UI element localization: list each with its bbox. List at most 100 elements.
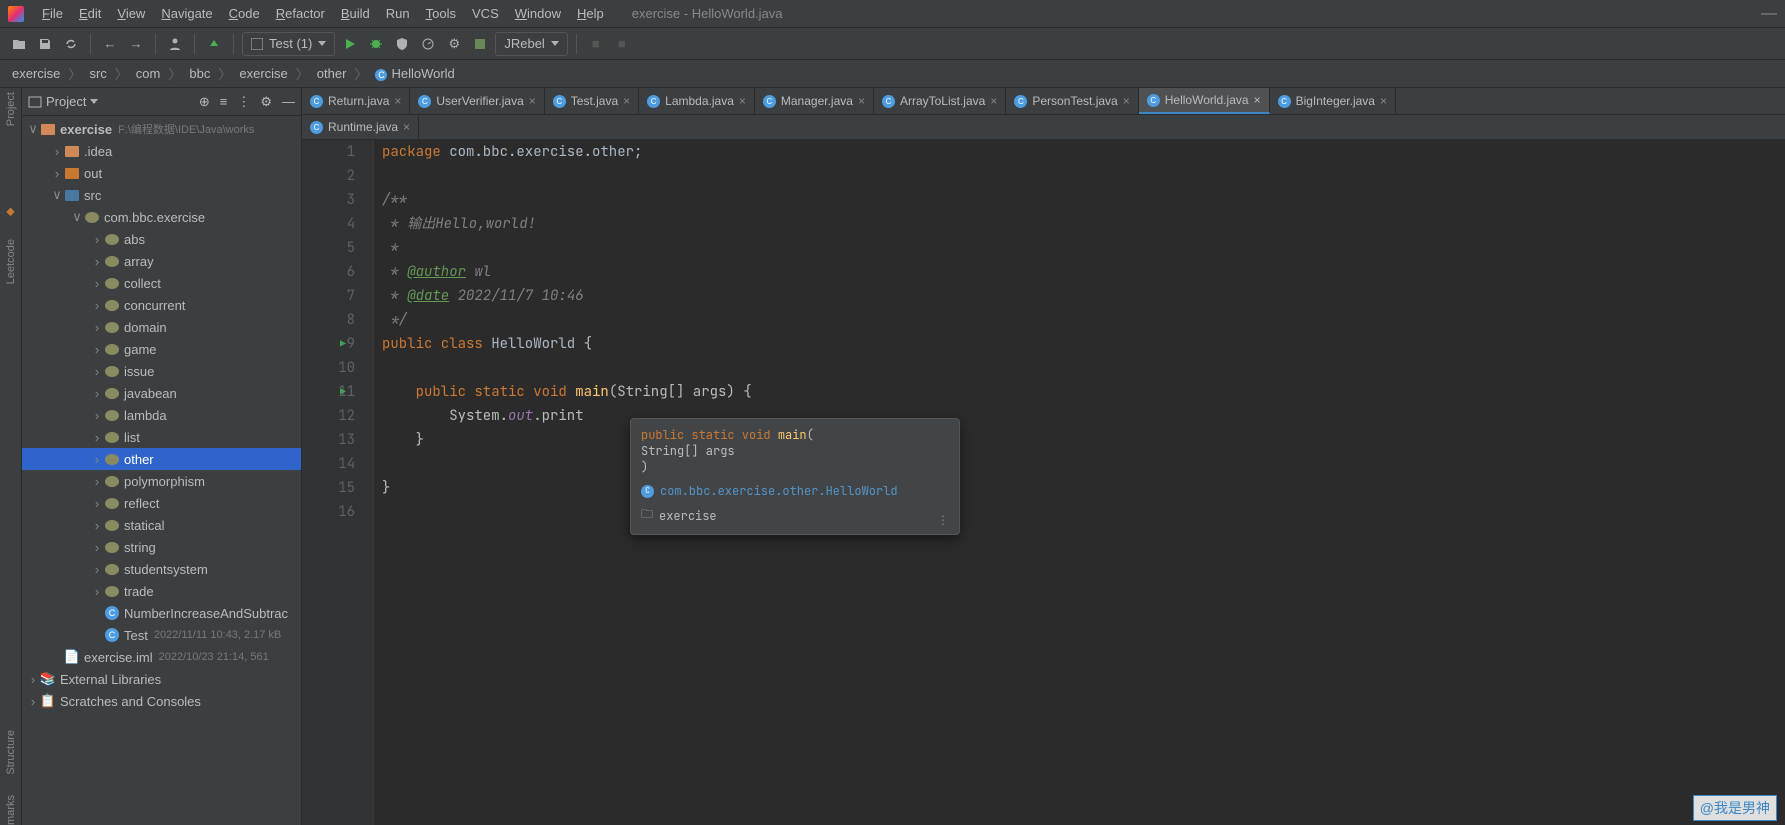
tree-polymorphism[interactable]: ›polymorphism	[22, 470, 301, 492]
save-icon[interactable]	[34, 33, 56, 55]
tree-issue[interactable]: ›issue	[22, 360, 301, 382]
tree-src[interactable]: ∨src	[22, 184, 301, 206]
tool-leetcode[interactable]: ◆	[4, 206, 17, 219]
tab-return[interactable]: CReturn.java×	[302, 88, 410, 114]
menu-help[interactable]: Help	[569, 2, 612, 25]
crumb-other[interactable]: other	[313, 66, 351, 81]
tree-array[interactable]: ›array	[22, 250, 301, 272]
tree-game[interactable]: ›game	[22, 338, 301, 360]
tab-persontest[interactable]: CPersonTest.java×	[1006, 88, 1138, 114]
menu-build[interactable]: Build	[333, 2, 378, 25]
tool-structure[interactable]: Structure	[5, 730, 17, 775]
collapse-icon[interactable]: ⋮	[237, 94, 250, 110]
menu-run[interactable]: Run	[378, 2, 418, 25]
close-icon[interactable]: ×	[403, 120, 410, 134]
more-icon[interactable]: ⋮	[937, 512, 949, 528]
tree-other[interactable]: ›other	[22, 448, 301, 470]
tree-numinc[interactable]: CNumberIncreaseAndSubtrac	[22, 602, 301, 624]
code-content[interactable]: package com.bbc.exercise.other; /** * 输出…	[374, 140, 1785, 825]
sync-icon[interactable]	[60, 33, 82, 55]
tab-userverifier[interactable]: CUserVerifier.java×	[410, 88, 544, 114]
tab-lambda[interactable]: CLambda.java×	[639, 88, 755, 114]
close-icon[interactable]: ×	[990, 94, 997, 108]
close-icon[interactable]: ×	[739, 94, 746, 108]
menu-view[interactable]: View	[109, 2, 153, 25]
run-configuration-dropdown[interactable]: Test (1)	[242, 32, 335, 56]
forward-icon[interactable]: →	[125, 33, 147, 55]
jrebel-dropdown[interactable]: JRebel	[495, 32, 567, 56]
class-link[interactable]: C com.bbc.exercise.other.HelloWorld	[641, 483, 949, 499]
tab-helloworld[interactable]: CHelloWorld.java×	[1139, 88, 1270, 114]
open-icon[interactable]	[8, 33, 30, 55]
tree-javabean[interactable]: ›javabean	[22, 382, 301, 404]
tree-abs[interactable]: ›abs	[22, 228, 301, 250]
tree-lambda[interactable]: ›lambda	[22, 404, 301, 426]
menu-file[interactable]: File	[34, 2, 71, 25]
tree-test[interactable]: CTest2022/11/11 10:43, 2.17 kB	[22, 624, 301, 646]
run-gutter-icon[interactable]: ▶	[340, 332, 346, 356]
jrebel-icon[interactable]	[469, 33, 491, 55]
close-icon[interactable]: ×	[858, 94, 865, 108]
close-icon[interactable]: ×	[1380, 94, 1387, 108]
coverage-icon[interactable]	[391, 33, 413, 55]
settings-icon[interactable]: ⚙	[260, 94, 272, 110]
tree-scratches[interactable]: ›📋Scratches and Consoles	[22, 690, 301, 712]
crumb-com[interactable]: com	[132, 66, 165, 81]
tree-trade[interactable]: ›trade	[22, 580, 301, 602]
user-icon[interactable]	[164, 33, 186, 55]
close-icon[interactable]: ×	[1123, 94, 1130, 108]
profile-icon[interactable]	[417, 33, 439, 55]
close-icon[interactable]: ×	[623, 94, 630, 108]
tree-string[interactable]: ›string	[22, 536, 301, 558]
stop-icon[interactable]: ■	[585, 33, 607, 55]
tool-leetcode-label[interactable]: Leetcode	[5, 239, 17, 284]
menu-window[interactable]: Window	[507, 2, 569, 25]
attach-icon[interactable]: ⚙	[443, 33, 465, 55]
tree-studentsystem[interactable]: ›studentsystem	[22, 558, 301, 580]
tree-package[interactable]: ∨com.bbc.exercise	[22, 206, 301, 228]
menu-navigate[interactable]: Navigate	[153, 2, 220, 25]
hide-icon[interactable]: —	[282, 94, 295, 110]
tool-project[interactable]: Project	[5, 92, 17, 126]
module-link[interactable]: 🗀 exercise	[641, 505, 949, 526]
sidebar-title[interactable]: Project	[28, 94, 98, 109]
extra-icon[interactable]: ■	[611, 33, 633, 55]
tree-root[interactable]: ∨exerciseF:\编程数据\IDE\Java\works	[22, 118, 301, 140]
tool-bookmarks[interactable]: marks	[5, 795, 17, 825]
tree-out[interactable]: ›out	[22, 162, 301, 184]
tab-test[interactable]: CTest.java×	[545, 88, 639, 114]
tree-concurrent[interactable]: ›concurrent	[22, 294, 301, 316]
menu-refactor[interactable]: Refactor	[268, 2, 333, 25]
tab-biginteger[interactable]: CBigInteger.java×	[1270, 88, 1396, 114]
crumb-exercise2[interactable]: exercise	[235, 66, 291, 81]
debug-icon[interactable]	[365, 33, 387, 55]
expand-icon[interactable]: ≡	[220, 94, 228, 110]
crumb-class[interactable]: CHelloWorld	[371, 66, 458, 81]
tree-collect[interactable]: ›collect	[22, 272, 301, 294]
tab-runtime[interactable]: CRuntime.java×	[302, 115, 419, 139]
tab-arraytolist[interactable]: CArrayToList.java×	[874, 88, 1006, 114]
menu-tools[interactable]: Tools	[418, 2, 464, 25]
minimize-icon[interactable]: —	[1761, 5, 1777, 23]
tree-idea[interactable]: ›.idea	[22, 140, 301, 162]
close-icon[interactable]: ×	[529, 94, 536, 108]
run-gutter-icon[interactable]: ▶	[340, 380, 346, 404]
tree-statical[interactable]: ›statical	[22, 514, 301, 536]
crumb-bbc[interactable]: bbc	[185, 66, 214, 81]
tree-extlib[interactable]: ›📚External Libraries	[22, 668, 301, 690]
tree-iml[interactable]: 📄exercise.iml2022/10/23 21:14, 561	[22, 646, 301, 668]
menu-code[interactable]: Code	[221, 2, 268, 25]
back-icon[interactable]: ←	[99, 33, 121, 55]
tree-list[interactable]: ›list	[22, 426, 301, 448]
tree-domain[interactable]: ›domain	[22, 316, 301, 338]
update-icon[interactable]	[203, 33, 225, 55]
menu-vcs[interactable]: VCS	[464, 2, 507, 25]
tab-manager[interactable]: CManager.java×	[755, 88, 874, 114]
code-editor[interactable]: 1 2 3 4 5 6 7 8 ▶9 10 ▶11 12 13 14 15 16…	[302, 140, 1785, 825]
crumb-exercise[interactable]: exercise	[8, 66, 64, 81]
crumb-src[interactable]: src	[85, 66, 110, 81]
locate-icon[interactable]: ⊕	[199, 94, 210, 110]
close-icon[interactable]: ×	[394, 94, 401, 108]
run-icon[interactable]	[339, 33, 361, 55]
close-icon[interactable]: ×	[1254, 93, 1261, 107]
